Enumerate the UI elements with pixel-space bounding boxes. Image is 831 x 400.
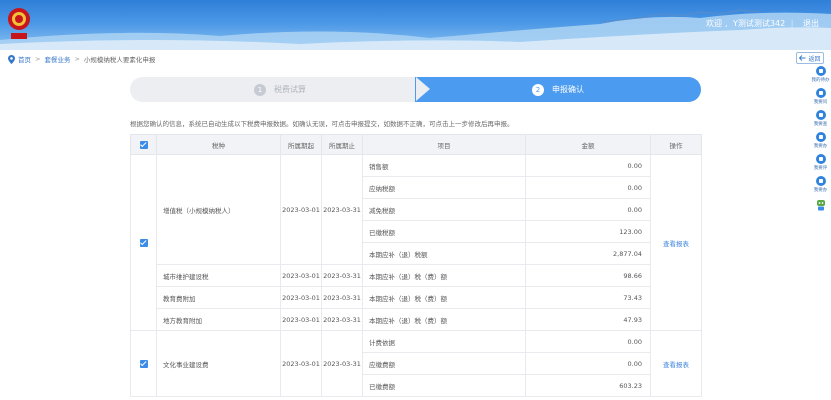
period-start: 2023-03-01 bbox=[280, 154, 322, 265]
item-amount: 98.66 bbox=[525, 264, 651, 287]
row-checkbox[interactable] bbox=[139, 238, 148, 247]
breadcrumb-section[interactable]: 套餐业务 bbox=[44, 54, 70, 64]
header-item: 项目 bbox=[362, 134, 526, 155]
period-end: 2023-03-31 bbox=[321, 330, 363, 397]
instruction-text: 根据您确认的信息，系统已自动生成以下税费申报数据。如确认无误，可点击申报提交，如… bbox=[130, 120, 514, 128]
header-start: 所属期起 bbox=[280, 134, 322, 155]
header-end: 所属期止 bbox=[321, 134, 363, 155]
step-confirm[interactable]: 2 申报确认 bbox=[415, 77, 701, 102]
period-end: 2023-03-31 bbox=[321, 286, 363, 309]
question-icon bbox=[815, 88, 826, 98]
quick-dock: 我的待办 我要问 我要查 我要办 我要评 我要办 bbox=[810, 66, 831, 220]
table-row: 地方教育附加 2023-03-01 2023-03-31 本期应补（退）税（费）… bbox=[131, 308, 702, 331]
declaration-table: 税种 所属期起 所属期止 项目 金额 操作 增值税（小规模纳税人） 2023-0… bbox=[130, 134, 702, 397]
item-name: 应纳税额 bbox=[362, 176, 526, 199]
tax-name: 地方教育附加 bbox=[156, 308, 281, 331]
step-arrow bbox=[416, 77, 430, 101]
location-pin-icon bbox=[8, 54, 15, 64]
item-name: 减免税额 bbox=[362, 198, 526, 221]
step-label: 税费试算 bbox=[274, 85, 306, 94]
user-name: Y测试测试342 bbox=[733, 19, 786, 28]
step-number: 2 bbox=[532, 83, 544, 96]
item-name: 本期应补（退）税（费）额 bbox=[362, 286, 526, 309]
breadcrumb: 首页 > 套餐业务 > 小规模纳税人要素化申报 bbox=[8, 52, 155, 66]
table-row: 城市维护建设税 2023-03-01 2023-03-31 本期应补（退）税（费… bbox=[131, 264, 702, 287]
back-button-label: 返回 bbox=[808, 55, 821, 63]
period-start: 2023-03-01 bbox=[280, 286, 322, 309]
item-amount: 0.00 bbox=[525, 176, 651, 199]
step-tax-calc[interactable]: 1 税费试算 bbox=[130, 77, 430, 102]
dock-item-assistant[interactable] bbox=[810, 198, 831, 220]
dock-item-handle[interactable]: 我要办 bbox=[810, 132, 831, 154]
header-action: 操作 bbox=[650, 134, 702, 155]
row-checkbox[interactable] bbox=[139, 359, 148, 368]
period-start: 2023-03-01 bbox=[280, 308, 322, 331]
item-amount: 603.23 bbox=[525, 374, 651, 397]
item-amount: 2,877.04 bbox=[525, 242, 651, 265]
search-icon bbox=[815, 110, 826, 120]
item-amount: 0.00 bbox=[525, 198, 651, 221]
robot-icon bbox=[816, 200, 825, 211]
dock-item-do[interactable]: 我要办 bbox=[810, 176, 831, 198]
table-row: 增值税（小规模纳税人） 2023-03-01 2023-03-31 销售额 0.… bbox=[130, 154, 702, 331]
item-amount: 47.93 bbox=[525, 308, 651, 331]
period-end: 2023-03-31 bbox=[321, 154, 363, 265]
table-header-row: 税种 所属期起 所属期止 项目 金额 操作 bbox=[130, 134, 702, 155]
item-amount: 0.00 bbox=[525, 352, 651, 375]
task-icon bbox=[815, 132, 826, 142]
dock-item-rate[interactable]: 我要评 bbox=[810, 154, 831, 176]
item-name: 本期应补（退）税（费）额 bbox=[362, 264, 526, 287]
select-all-checkbox[interactable] bbox=[139, 140, 148, 149]
header-banner: 欢迎, Y测试测试342 | 退出 bbox=[0, 0, 831, 50]
item-name: 应缴费额 bbox=[362, 352, 526, 375]
table-row: 教育费附加 2023-03-01 2023-03-31 本期应补（退）税（费）额… bbox=[131, 286, 702, 309]
logout-link[interactable]: 退出 bbox=[803, 19, 819, 28]
national-emblem-logo bbox=[8, 8, 30, 39]
item-name: 本期应补（退）税（费）额 bbox=[362, 308, 526, 331]
welcome-text: 欢迎 bbox=[705, 19, 722, 28]
page: 欢迎, Y测试测试342 | 退出 首页 > 套餐业务 > 小规模纳税人要素化申… bbox=[0, 0, 831, 400]
item-amount: 0.00 bbox=[525, 154, 651, 177]
inbox-icon bbox=[815, 66, 826, 76]
dock-item-ask[interactable]: 我要问 bbox=[810, 88, 831, 110]
star-icon bbox=[815, 154, 826, 164]
item-amount: 0.00 bbox=[525, 330, 651, 353]
tax-name: 增值税（小规模纳税人） bbox=[156, 154, 281, 265]
view-report-link[interactable]: 查看报表 bbox=[650, 330, 702, 397]
tax-name: 文化事业建设费 bbox=[156, 330, 281, 397]
period-start: 2023-03-01 bbox=[280, 264, 322, 287]
item-name: 已缴税额 bbox=[362, 220, 526, 243]
tax-name: 教育费附加 bbox=[156, 286, 281, 309]
header-tax: 税种 bbox=[156, 134, 281, 155]
back-button[interactable]: 返回 bbox=[796, 52, 824, 64]
item-amount: 73.43 bbox=[525, 286, 651, 309]
dock-item-todo[interactable]: 我的待办 bbox=[810, 66, 831, 88]
item-amount: 123.00 bbox=[525, 220, 651, 243]
item-name: 已缴费额 bbox=[362, 374, 526, 397]
breadcrumb-home[interactable]: 首页 bbox=[18, 54, 31, 64]
period-start: 2023-03-01 bbox=[280, 330, 322, 397]
user-bar: 欢迎, Y测试测试342 | 退出 bbox=[705, 19, 819, 28]
step-label: 申报确认 bbox=[552, 85, 584, 94]
header-select-all[interactable] bbox=[130, 134, 157, 155]
period-end: 2023-03-31 bbox=[321, 308, 363, 331]
period-end: 2023-03-31 bbox=[321, 264, 363, 287]
tax-name: 城市维护建设税 bbox=[156, 264, 281, 287]
dock-item-query[interactable]: 我要查 bbox=[810, 110, 831, 132]
row-select[interactable] bbox=[130, 154, 157, 331]
row-select[interactable] bbox=[130, 330, 157, 397]
table-row: 文化事业建设费 2023-03-01 2023-03-31 计费依据 0.00 … bbox=[130, 330, 702, 397]
back-arrow-icon bbox=[799, 55, 806, 61]
edit-icon bbox=[815, 176, 826, 186]
item-name: 本期应补（退）税额 bbox=[362, 242, 526, 265]
breadcrumb-current: 小规模纳税人要素化申报 bbox=[83, 56, 156, 64]
step-progress: 1 税费试算 2 申报确认 bbox=[130, 77, 701, 102]
item-name: 计费依据 bbox=[362, 330, 526, 353]
item-name: 销售额 bbox=[362, 154, 526, 177]
step-number: 1 bbox=[254, 83, 266, 96]
view-report-link[interactable]: 查看报表 bbox=[650, 154, 702, 331]
header-amount: 金额 bbox=[525, 134, 651, 155]
